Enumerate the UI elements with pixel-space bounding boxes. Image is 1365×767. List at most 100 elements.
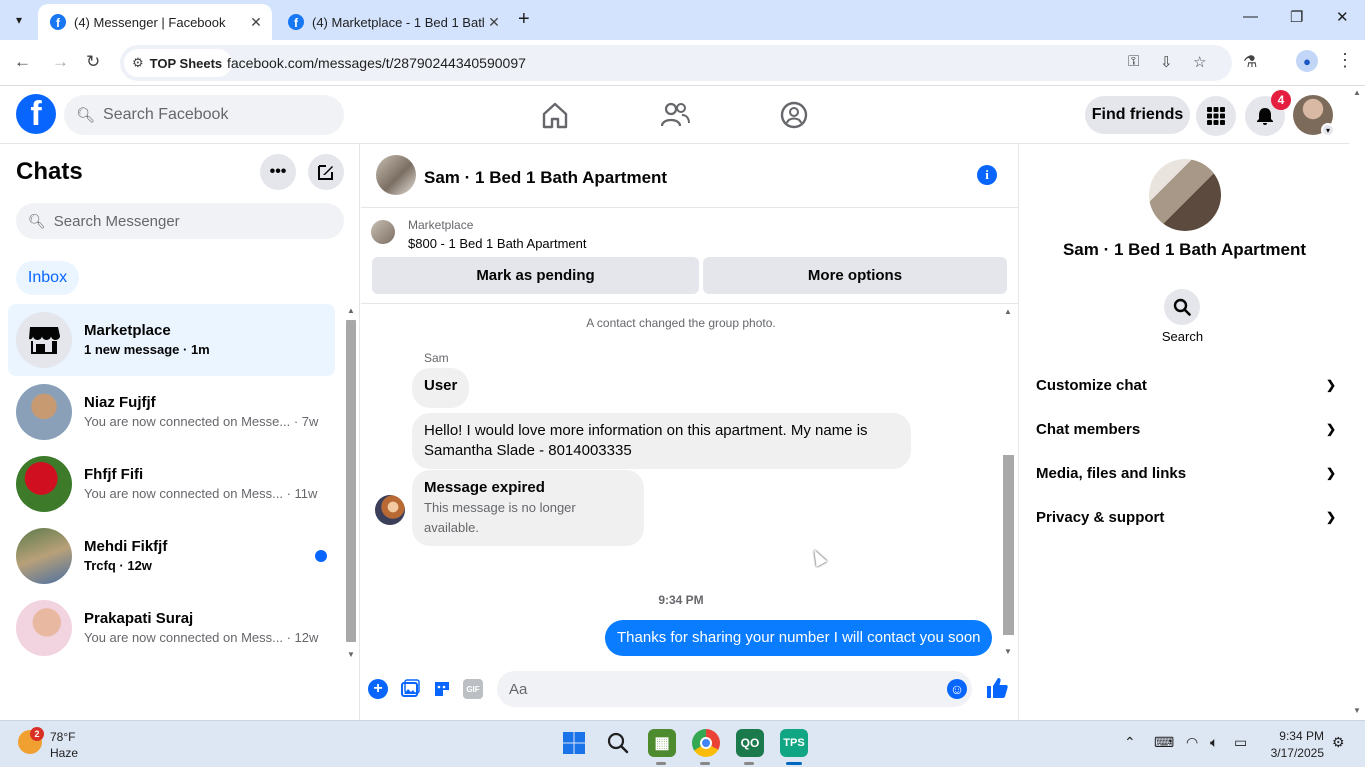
scroll-up-icon[interactable]: ▲: [1004, 307, 1012, 316]
media-app-icon[interactable]: QO: [736, 729, 764, 757]
avatar: [16, 384, 72, 440]
tab-messenger[interactable]: f (4) Messenger | Facebook ✕: [38, 4, 272, 40]
keyboard-icon[interactable]: ⌨: [1154, 734, 1174, 751]
friends-icon[interactable]: [660, 100, 690, 130]
conversation-title[interactable]: Sam · 1 Bed 1 Bath Apartment: [424, 168, 667, 188]
listing-thumbnail[interactable]: [371, 220, 395, 244]
thread-scrollbar[interactable]: ▲ ▼: [1001, 307, 1017, 661]
restore-icon[interactable]: ❐: [1290, 8, 1303, 26]
inbox-filter-tab[interactable]: Inbox: [16, 261, 79, 295]
weather-condition[interactable]: Haze: [50, 746, 78, 760]
close-tab-icon[interactable]: ✕: [246, 14, 266, 31]
wifi-icon[interactable]: ◠: [1186, 734, 1198, 751]
message-bubble[interactable]: User: [412, 368, 470, 408]
tab-marketplace[interactable]: f (4) Marketplace - 1 Bed 1 Bath Apartme…: [276, 4, 510, 40]
section-label: Customize chat: [1036, 376, 1147, 394]
bookmark-star-icon[interactable]: ☆: [1193, 53, 1206, 71]
site-chip-label: TOP Sheets: [149, 55, 223, 71]
password-key-icon[interactable]: ⚿: [1128, 53, 1139, 70]
install-app-icon[interactable]: ⇩: [1160, 53, 1173, 71]
menu-grid-icon[interactable]: [1196, 96, 1236, 136]
home-icon[interactable]: [540, 100, 570, 130]
profile-icon[interactable]: ●: [1296, 50, 1318, 72]
tab-search-dropdown[interactable]: ▾: [6, 7, 32, 33]
back-icon[interactable]: ←: [14, 52, 31, 72]
mark-as-pending-button[interactable]: Mark as pending: [372, 257, 699, 294]
facebook-search-input[interactable]: 🔍︎ Search Facebook: [64, 95, 344, 135]
message-input[interactable]: [497, 671, 972, 707]
close-tab-icon[interactable]: ✕: [484, 14, 504, 31]
battery-icon[interactable]: ▭: [1234, 734, 1247, 751]
emoji-icon[interactable]: ☺: [947, 679, 967, 699]
chat-members-section[interactable]: Chat members ❯: [1036, 411, 1336, 447]
listing-avatar[interactable]: [1149, 159, 1221, 231]
clock-date[interactable]: 3/17/2025: [1260, 746, 1324, 760]
plus-icon[interactable]: +: [368, 679, 388, 699]
conversation-item[interactable]: Mehdi Fikfjf Trcfq · 12w: [8, 520, 335, 592]
new-tab-icon[interactable]: +: [518, 8, 530, 31]
scroll-up-icon[interactable]: ▲: [1353, 88, 1361, 97]
expired-subtitle: This message is no longer available.: [424, 500, 576, 535]
weather-temperature[interactable]: 78°F: [50, 730, 75, 744]
scroll-down-icon[interactable]: ▼: [1004, 647, 1012, 656]
scrollbar-thumb[interactable]: [346, 320, 356, 642]
sticker-icon[interactable]: [432, 679, 452, 699]
conversation-item[interactable]: Marketplace 1 new message · 1m: [8, 304, 335, 376]
spreadsheet-app-icon[interactable]: ▦: [648, 729, 676, 757]
find-friends-button[interactable]: Find friends: [1085, 96, 1190, 134]
scrollbar-thumb[interactable]: [1003, 455, 1014, 635]
top-sheets-app-icon[interactable]: TPS: [780, 729, 808, 757]
forward-icon[interactable]: →: [52, 52, 69, 72]
volume-icon[interactable]: 🔈︎: [1210, 734, 1218, 751]
more-options-button[interactable]: More options: [703, 257, 1007, 294]
chevron-down-icon: ❯: [1325, 510, 1336, 524]
avatar: [16, 528, 72, 584]
clock-time[interactable]: 9:34 PM: [1276, 729, 1324, 743]
start-windows-icon[interactable]: [560, 729, 588, 757]
chrome-browser-icon[interactable]: [692, 729, 720, 757]
address-bar[interactable]: ⚙ TOP Sheets facebook.com/messages/t/287…: [120, 45, 1232, 81]
search-in-conversation-button[interactable]: [1164, 289, 1200, 325]
browser-menu-icon[interactable]: ⋮: [1336, 50, 1354, 71]
listing-title[interactable]: $800 - 1 Bed 1 Bath Apartment: [408, 236, 587, 251]
section-label: Media, files and links: [1036, 464, 1187, 482]
reload-icon[interactable]: ↻: [86, 52, 100, 72]
conversation-item[interactable]: Prakapati Suraj You are now connected on…: [8, 592, 335, 664]
chat-options-button[interactable]: •••: [260, 154, 296, 190]
thumbs-up-icon[interactable]: [985, 676, 1009, 706]
info-icon[interactable]: i: [977, 165, 997, 185]
messenger-search-input[interactable]: 🔍︎ Search Messenger: [16, 203, 344, 239]
url-text[interactable]: facebook.com/messages/t/2879024434059009…: [227, 55, 526, 71]
conversation-panel: Sam · 1 Bed 1 Bath Apartment i Marketpla…: [361, 144, 1019, 720]
facebook-logo-icon[interactable]: f: [16, 94, 56, 134]
outgoing-message-bubble[interactable]: Thanks for sharing your number I will co…: [605, 620, 992, 656]
section-label: Chat members: [1036, 420, 1141, 438]
conversation-item[interactable]: Niaz Fujfjf You are now connected on Mes…: [8, 376, 335, 448]
show-hidden-icons-icon[interactable]: ⌃: [1124, 734, 1136, 751]
site-info-chip[interactable]: ⚙ TOP Sheets: [124, 49, 233, 77]
attach-photo-icon[interactable]: [400, 679, 420, 699]
privacy-support-section[interactable]: Privacy & support ❯: [1036, 499, 1336, 535]
minimize-icon[interactable]: —: [1243, 8, 1258, 25]
conversation-avatar[interactable]: [376, 155, 416, 195]
scroll-down-icon[interactable]: ▼: [347, 650, 355, 659]
message-bubble[interactable]: Hello! I would love more information on …: [412, 413, 911, 469]
conversation-item[interactable]: Fhfjf Fifi You are now connected on Mess…: [8, 448, 335, 520]
chat-list-scrollbar[interactable]: ▲ ▼: [344, 306, 358, 664]
taskbar-search-icon[interactable]: [604, 729, 632, 757]
scroll-down-icon[interactable]: ▼: [1353, 706, 1361, 715]
conversation-header: Sam · 1 Bed 1 Bath Apartment i: [361, 144, 1019, 208]
labs-flask-icon[interactable]: ⚗: [1243, 52, 1257, 72]
account-avatar[interactable]: ▾: [1293, 95, 1335, 137]
new-message-button[interactable]: [308, 154, 344, 190]
media-files-links-section[interactable]: Media, files and links ❯: [1036, 455, 1336, 491]
customize-chat-section[interactable]: Customize chat ❯: [1036, 367, 1336, 403]
close-window-icon[interactable]: ✕: [1336, 8, 1349, 26]
expired-message-bubble[interactable]: Message expired This message is no longe…: [412, 470, 644, 546]
groups-icon[interactable]: [779, 100, 809, 130]
page-scrollbar[interactable]: ▲ ▼: [1349, 86, 1365, 720]
notification-center-icon[interactable]: ⚙: [1332, 734, 1345, 751]
gif-icon[interactable]: GIF: [463, 679, 483, 699]
sender-avatar[interactable]: [375, 495, 405, 525]
scroll-up-icon[interactable]: ▲: [347, 306, 355, 315]
